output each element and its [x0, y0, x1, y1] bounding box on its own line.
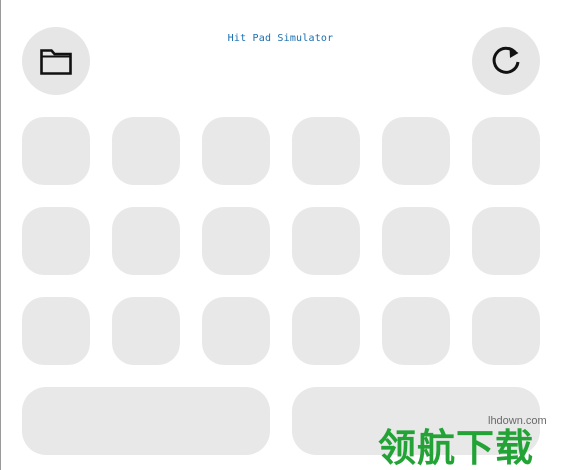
pad-r2-c2[interactable]: [112, 207, 180, 275]
pad-r3-c3[interactable]: [202, 297, 270, 365]
open-folder-button[interactable]: [22, 27, 90, 95]
pad-r1-c5[interactable]: [382, 117, 450, 185]
pad-r3-c4[interactable]: [292, 297, 360, 365]
wide-pad-left[interactable]: [22, 387, 270, 455]
reset-button[interactable]: [472, 27, 540, 95]
window-left-border: [0, 0, 1, 470]
pad-r2-c6[interactable]: [472, 207, 540, 275]
pad-r1-c6[interactable]: [472, 117, 540, 185]
pad-r3-c2[interactable]: [112, 297, 180, 365]
pad-r3-c5[interactable]: [382, 297, 450, 365]
pad-r1-c2[interactable]: [112, 117, 180, 185]
pad-r1-c1[interactable]: [22, 117, 90, 185]
pad-r2-c3[interactable]: [202, 207, 270, 275]
pad-r3-c6[interactable]: [472, 297, 540, 365]
folder-icon: [40, 49, 72, 75]
refresh-icon: [492, 46, 520, 74]
pad-r1-c4[interactable]: [292, 117, 360, 185]
pad-r2-c5[interactable]: [382, 207, 450, 275]
pad-r3-c1[interactable]: [22, 297, 90, 365]
pad-r1-c3[interactable]: [202, 117, 270, 185]
pad-r2-c4[interactable]: [292, 207, 360, 275]
wide-pad-right[interactable]: [292, 387, 540, 455]
pad-r2-c1[interactable]: [22, 207, 90, 275]
